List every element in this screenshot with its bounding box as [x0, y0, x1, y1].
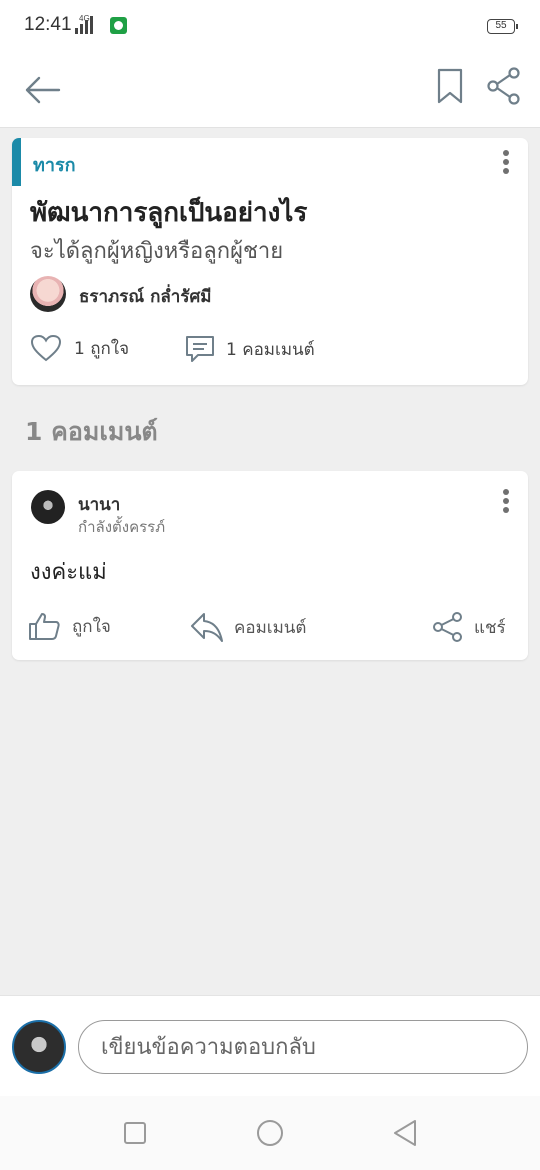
system-navigation-bar: [0, 1096, 540, 1170]
battery-icon: 55: [487, 19, 518, 34]
more-dot-icon: [503, 159, 509, 165]
my-avatar: [12, 1020, 66, 1074]
more-dot-icon: [503, 498, 509, 504]
more-dot-icon: [503, 150, 509, 156]
more-dot-icon: [503, 489, 509, 495]
category-accent: [12, 138, 21, 186]
post-like-button[interactable]: 1 ถูกใจ: [30, 334, 129, 362]
square-icon: [124, 1122, 146, 1144]
post-card: ทารก พัฒนาการลูกเป็นอย่างไร จะได้ลูกผู้ห…: [12, 138, 528, 385]
comments-count: 1 คอมเมนต์: [226, 339, 315, 360]
bookmark-button[interactable]: [428, 64, 472, 108]
comment-icon: [186, 336, 214, 362]
comment-like-label: ถูกใจ: [72, 616, 111, 637]
status-time: 12:41: [24, 14, 72, 35]
comment-more-button[interactable]: [494, 483, 518, 519]
circle-icon: [257, 1120, 283, 1146]
comment-share-button[interactable]: แชร์: [432, 611, 506, 643]
author-name[interactable]: ธราภรณ์ กล่ำรัศมี: [79, 283, 211, 310]
commenter-name[interactable]: นานา: [78, 491, 120, 518]
post-subtitle: จะได้ลูกผู้หญิงหรือลูกผู้ชาย: [30, 239, 284, 264]
commenter-avatar[interactable]: [31, 490, 65, 524]
comment-card: นานา กำลังตั้งครรภ์ งงค่ะแม่ ถูกใจ คอมเม…: [12, 471, 528, 660]
line-notification-icon: [110, 17, 127, 34]
share-icon: [487, 67, 520, 105]
arrow-left-icon: [25, 76, 61, 104]
triangle-back-icon: [394, 1120, 416, 1146]
comment-like-button[interactable]: ถูกใจ: [28, 611, 111, 641]
post-more-button[interactable]: [494, 144, 518, 180]
thumbs-up-icon: [29, 613, 60, 640]
post-category[interactable]: ทารก: [33, 150, 76, 179]
back-button[interactable]: [18, 66, 66, 114]
comment-reply-button[interactable]: คอมเมนต์: [190, 611, 306, 643]
recent-apps-button[interactable]: [120, 1118, 150, 1148]
commenter-status: กำลังตั้งครรภ์: [78, 518, 166, 536]
share-button[interactable]: [482, 64, 526, 108]
more-dot-icon: [503, 168, 509, 174]
heart-icon: [30, 334, 62, 362]
reply-input[interactable]: [78, 1020, 528, 1074]
author-avatar[interactable]: [30, 276, 66, 312]
reply-icon: [191, 613, 223, 642]
comment-share-label: แชร์: [474, 617, 506, 638]
system-back-button[interactable]: [390, 1118, 420, 1148]
post-title: พัฒนาการลูกเป็นอย่างไร: [30, 198, 308, 228]
bookmark-icon: [437, 68, 463, 104]
network-type: 4G: [79, 14, 90, 23]
top-toolbar: [0, 54, 540, 128]
reply-bar: [0, 995, 540, 1096]
post-comment-button[interactable]: 1 คอมเมนต์: [184, 334, 315, 364]
comments-section-title: 1 คอมเมนต์: [25, 417, 158, 446]
home-button[interactable]: [255, 1118, 285, 1148]
status-bar: 12:41 4G 55: [0, 0, 540, 54]
signal-icon: 4G: [75, 14, 93, 34]
more-dot-icon: [503, 507, 509, 513]
comment-text: งงค่ะแม่: [30, 560, 107, 585]
likes-count: 1 ถูกใจ: [74, 338, 130, 359]
share-icon: [433, 612, 462, 642]
comment-reply-label: คอมเมนต์: [234, 617, 307, 638]
